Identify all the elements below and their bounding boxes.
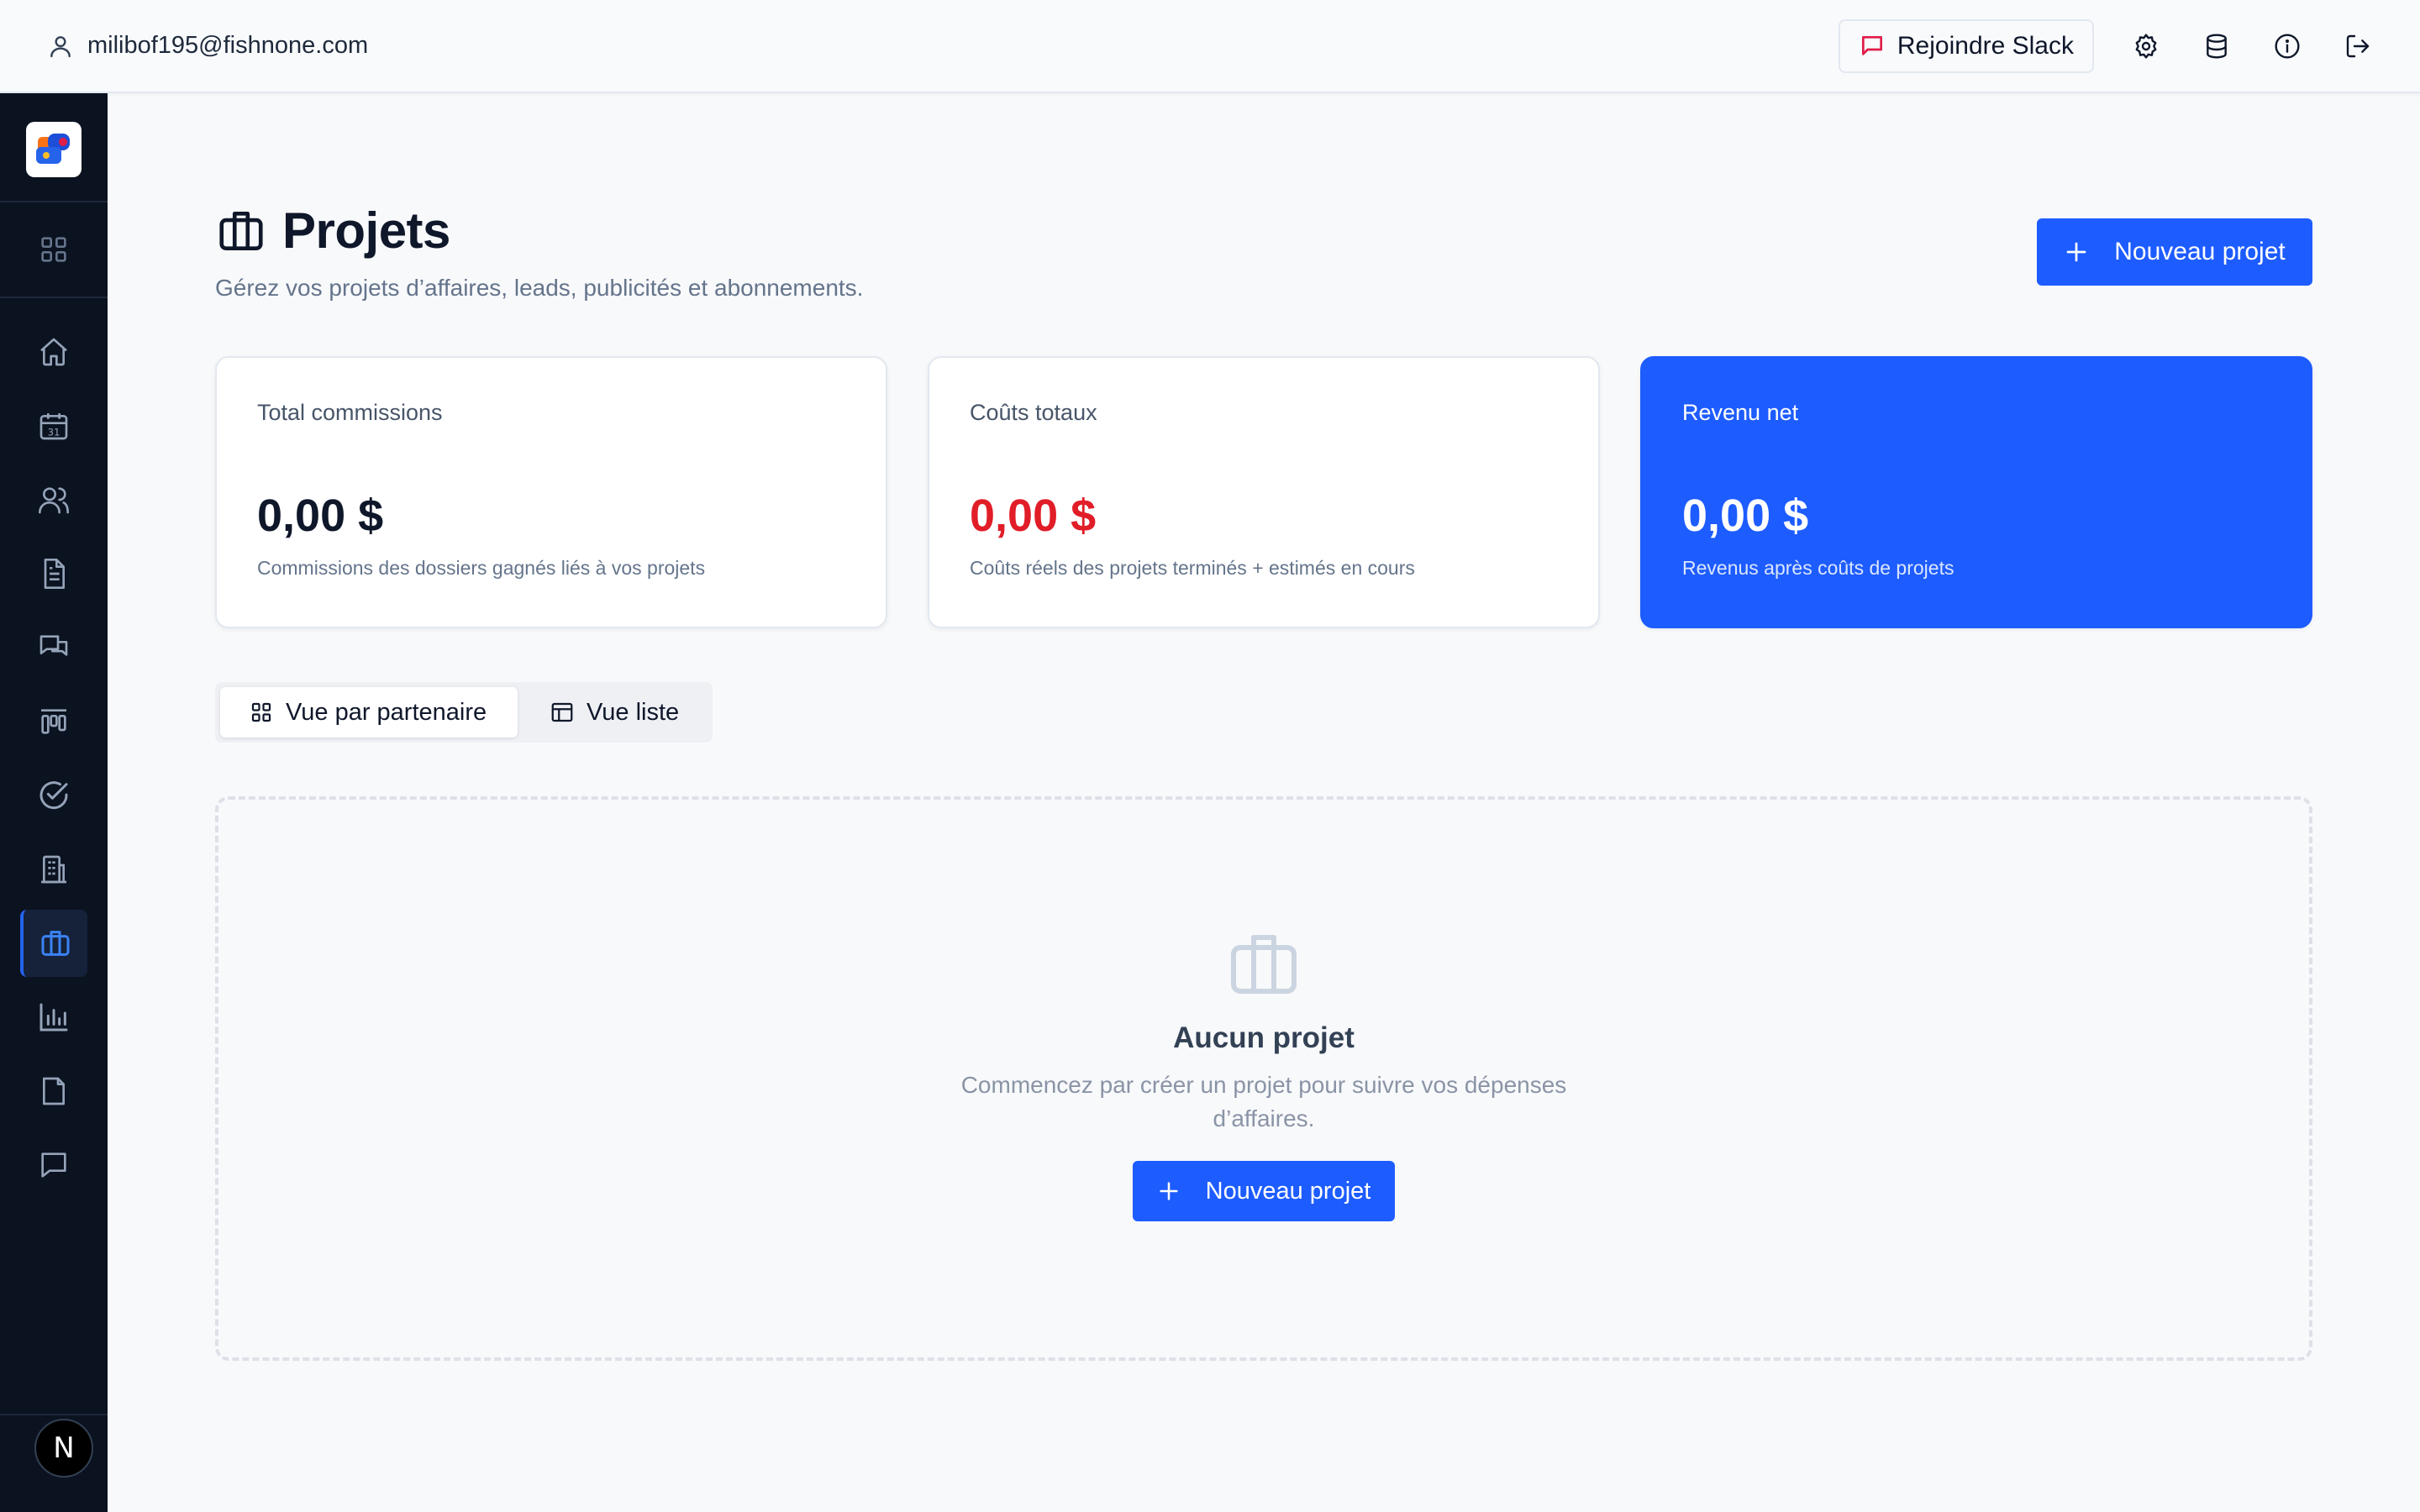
bar-chart-icon <box>37 1000 71 1034</box>
message-flag-icon <box>1859 33 1886 60</box>
avatar[interactable]: N <box>34 1419 93 1478</box>
file-icon <box>37 1074 71 1108</box>
users-icon <box>37 483 71 517</box>
page-header: Projets Gérez vos projets d’affaires, le… <box>215 202 863 302</box>
card-label: Coûts totaux <box>970 400 1097 425</box>
building-icon <box>37 853 71 886</box>
net-revenue-card: Revenu net 0,00 $ Revenus après coûts de… <box>1640 356 2312 628</box>
sidebar-item-calendar[interactable]: 31 <box>20 392 87 459</box>
total-costs-card: Coûts totaux 0,00 $ Coûts réels des proj… <box>928 356 1600 628</box>
join-slack-button[interactable]: Rejoindre Slack <box>1838 18 2094 73</box>
sidebar: 31 N <box>0 93 108 1512</box>
empty-new-project-button[interactable]: Nouveau projet <box>1133 1161 1395 1221</box>
card-value: 0,00 $ <box>257 491 384 541</box>
total-commissions-card: Total commissions 0,00 $ Commissions des… <box>215 356 887 628</box>
user-email: milibof195@fishnone.com <box>87 32 369 59</box>
grid-icon <box>37 233 71 266</box>
new-project-button[interactable]: Nouveau projet <box>2037 218 2312 286</box>
tab-label: Vue liste <box>587 698 680 726</box>
card-description: Coûts réels des projets terminés + estim… <box>970 557 1415 579</box>
svg-text:31: 31 <box>48 427 60 438</box>
card-value: 0,00 $ <box>970 491 1097 541</box>
card-description: Revenus après coûts de projets <box>1682 557 1954 579</box>
page-title: Projets <box>282 202 450 259</box>
sidebar-item-chat[interactable] <box>20 1131 87 1199</box>
briefcase-icon <box>39 927 72 960</box>
empty-new-project-label: Nouveau projet <box>1205 1177 1371 1205</box>
settings-button[interactable] <box>2128 28 2165 65</box>
calendar-icon: 31 <box>37 409 71 443</box>
logout-icon <box>2344 33 2371 60</box>
settings-icon <box>2133 33 2160 60</box>
sidebar-item-home[interactable] <box>20 318 87 386</box>
messages-icon <box>37 631 71 664</box>
empty-state-text: Commencez par créer un projet pour suivr… <box>960 1072 1567 1131</box>
home-icon <box>37 335 71 369</box>
sidebar-item-pipeline[interactable] <box>20 688 87 755</box>
card-label: Total commissions <box>257 400 443 425</box>
briefcase-icon <box>1223 924 1304 1005</box>
card-description: Commissions des dossiers gagnés liés à v… <box>257 557 706 579</box>
chat-icon <box>37 1148 71 1182</box>
briefcase-icon <box>215 205 267 257</box>
sidebar-divider <box>0 1414 108 1415</box>
tab-partner-view[interactable]: Vue par partenaire <box>220 687 518 738</box>
sidebar-item-projects[interactable] <box>20 910 87 977</box>
kanban-icon <box>37 705 71 738</box>
top-bar: milibof195@fishnone.com Rejoindre Slack <box>0 0 2420 93</box>
user-icon <box>47 33 74 60</box>
page-subtitle: Gérez vos projets d’affaires, leads, pub… <box>215 275 864 301</box>
sidebar-item-messages[interactable] <box>20 614 87 681</box>
check-circle-icon <box>37 779 71 812</box>
sidebar-item-files[interactable] <box>20 1058 87 1125</box>
sidebar-item-contacts[interactable] <box>20 466 87 533</box>
card-label: Revenu net <box>1682 400 1799 425</box>
sidebar-divider <box>0 201 108 202</box>
sidebar-item-apps[interactable] <box>20 216 87 283</box>
info-icon <box>2274 33 2301 60</box>
table-icon <box>550 700 575 725</box>
plus-icon <box>1157 1179 1181 1203</box>
sidebar-item-companies[interactable] <box>20 836 87 903</box>
database-icon <box>2203 33 2230 60</box>
view-toggle: Vue par partenaire Vue liste <box>215 682 713 743</box>
info-button[interactable] <box>2269 28 2306 65</box>
empty-state-title: Aucun projet <box>1173 1021 1355 1054</box>
document-icon <box>37 557 71 591</box>
user-info: milibof195@fishnone.com <box>47 32 368 60</box>
new-project-label: Nouveau projet <box>2114 238 2286 265</box>
sidebar-item-reports[interactable] <box>20 984 87 1051</box>
database-button[interactable] <box>2198 28 2235 65</box>
app-logo[interactable] <box>26 122 82 177</box>
sidebar-item-tasks[interactable] <box>20 762 87 829</box>
sidebar-item-documents[interactable] <box>20 540 87 607</box>
join-slack-label: Rejoindre Slack <box>1897 31 2074 60</box>
tab-label: Vue par partenaire <box>286 698 487 726</box>
sidebar-divider <box>0 297 108 298</box>
logout-button[interactable] <box>2339 28 2376 65</box>
grid-icon <box>249 700 274 725</box>
tab-list-view[interactable]: Vue liste <box>521 687 704 738</box>
card-value: 0,00 $ <box>1682 491 1809 541</box>
plus-icon <box>2064 239 2089 265</box>
empty-state: Aucun projet Commencez par créer un proj… <box>215 796 2312 1361</box>
